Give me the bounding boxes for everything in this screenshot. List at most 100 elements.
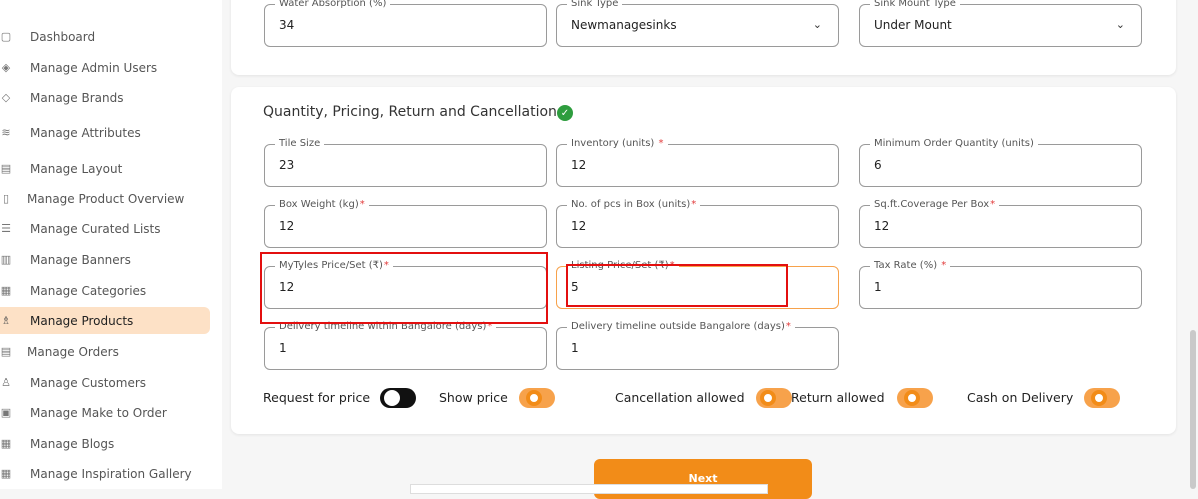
show-price-label: Show price (439, 390, 508, 405)
cancellation-allowed-toggle[interactable] (756, 388, 792, 408)
sink-type-value: Newmanagesinks (571, 18, 677, 32)
water-absorption-value: 34 (279, 18, 295, 32)
show-price-toggle[interactable] (519, 388, 555, 408)
tile-size-field[interactable]: Tile Size 23 (264, 137, 547, 187)
sidebar-item-manage-categories[interactable]: ▦ Manage Categories (0, 277, 210, 304)
sidebar-item-label: Manage Products (30, 313, 134, 328)
sidebar-item-manage-product-overview[interactable]: ▯ Manage Product Overview (0, 185, 210, 212)
sidebar-item-label: Manage Product Overview (27, 191, 185, 206)
pcs-in-box-field[interactable]: No. of pcs in Box (units)* 12 (556, 198, 839, 248)
pcs-in-box-value: 12 (571, 219, 587, 233)
tile-size-label: Tile Size (275, 137, 325, 151)
inventory-label: Inventory (units) * (567, 137, 668, 151)
highlight-box-listing-price (566, 264, 788, 307)
sidebar-item-label: Manage Blogs (30, 436, 115, 451)
sidebar-item-manage-brands[interactable]: ◇ Manage Brands (0, 84, 210, 111)
layers-icon: ≋ (1, 126, 11, 139)
return-allowed-label: Return allowed (791, 390, 885, 405)
tax-rate-label: Tax Rate (%) * (870, 259, 951, 273)
sidebar-item-manage-products[interactable]: ♗ Manage Products (0, 307, 210, 334)
sidebar-item-label: Manage Categories (30, 283, 147, 298)
sidebar-item-label: Manage Orders (27, 344, 119, 359)
main-content: Water Absorption (%) 34 Sink Type Newman… (222, 0, 1198, 489)
sidebar-item-manage-make-to-order[interactable]: ▣ Manage Make to Order (0, 399, 210, 426)
highlight-box-mytyles-price (260, 252, 548, 324)
orders-icon: ▤ (0, 345, 12, 358)
sidebar: ▢ Dashboard ◈ Manage Admin Users ◇ Manage Bra… (0, 0, 222, 489)
delivery-outside-field[interactable]: Delivery timeline outside Bangalore (day… (556, 320, 839, 370)
cancellation-allowed-label: Cancellation allowed (615, 390, 745, 405)
sink-mount-type-select[interactable]: Sink Mount Type Under Mount ⌄ (859, 0, 1142, 47)
blogs-icon: ▦ (0, 437, 12, 450)
box-weight-field[interactable]: Box Weight (kg)* 12 (264, 198, 547, 248)
sidebar-item-label: Manage Customers (30, 375, 147, 390)
box-weight-value: 12 (279, 219, 295, 233)
products-icon: ♗ (1, 314, 11, 327)
sqft-coverage-field[interactable]: Sq.ft.Coverage Per Box* 12 (859, 198, 1142, 248)
chevron-down-icon: ⌄ (812, 18, 822, 31)
toggle-knob (1091, 390, 1107, 406)
sidebar-item-manage-blogs[interactable]: ▦ Manage Blogs (0, 430, 210, 457)
tax-rate-field[interactable]: Tax Rate (%) * 1 (859, 259, 1142, 309)
gallery-icon: ▦ (0, 467, 12, 480)
inventory-field[interactable]: Inventory (units) * 12 (556, 137, 839, 187)
water-absorption-label: Water Absorption (%) (275, 0, 391, 11)
pcs-in-box-label: No. of pcs in Box (units)* (567, 198, 701, 212)
delivery-within-field[interactable]: Delivery timeline within Bangalore (days… (264, 320, 547, 370)
sidebar-item-manage-curated-lists[interactable]: ☰ Manage Curated Lists (0, 215, 210, 242)
sidebar-item-manage-customers[interactable]: ♙ Manage Customers (0, 369, 210, 396)
tax-rate-value: 1 (874, 280, 882, 294)
delivery-within-value: 1 (279, 341, 287, 355)
scrollbar[interactable] (1190, 330, 1196, 489)
sidebar-item-label: Manage Make to Order (30, 405, 167, 420)
request-for-price-toggle[interactable] (380, 388, 416, 408)
toggle-knob (526, 390, 542, 406)
sidebar-item-label: Manage Attributes (30, 125, 141, 140)
users-icon: ◈ (1, 61, 11, 74)
sidebar-item-label: Dashboard (30, 29, 96, 44)
delivery-outside-label: Delivery timeline outside Bangalore (day… (567, 320, 795, 334)
sidebar-item-label: Manage Banners (30, 252, 131, 267)
toggle-knob (760, 390, 776, 406)
section-title: Quantity, Pricing, Return and Cancellati… (263, 104, 557, 120)
check-circle-icon: ✓ (557, 105, 573, 121)
box-icon: ▯ (2, 192, 10, 205)
min-order-qty-value: 6 (874, 158, 882, 172)
toggle-knob (384, 390, 400, 406)
chevron-down-icon: ⌄ (1115, 18, 1125, 31)
sidebar-item-manage-orders[interactable]: ▤ Manage Orders (0, 338, 210, 365)
banner-icon: ▥ (0, 253, 12, 266)
sidebar-item-manage-inspiration-gallery[interactable]: ▦ Manage Inspiration Gallery (0, 460, 210, 487)
return-allowed-toggle[interactable] (897, 388, 933, 408)
grid-icon: ▢ (0, 30, 12, 43)
water-absorption-field[interactable]: Water Absorption (%) 34 (264, 0, 547, 47)
sqft-coverage-value: 12 (874, 219, 890, 233)
min-order-qty-label: Minimum Order Quantity (units) (870, 137, 1038, 151)
sqft-coverage-label: Sq.ft.Coverage Per Box* (870, 198, 1000, 212)
sidebar-item-manage-admin-users[interactable]: ◈ Manage Admin Users (0, 54, 210, 81)
sidebar-item-manage-attributes[interactable]: ≋ Manage Attributes (0, 119, 210, 146)
request-for-price-label: Request for price (263, 390, 371, 405)
list-icon: ☰ (1, 222, 11, 235)
sink-mount-type-label: Sink Mount Type (870, 0, 960, 11)
sidebar-item-label: Manage Layout (30, 161, 123, 176)
sink-mount-type-value: Under Mount (874, 18, 952, 32)
categories-icon: ▦ (0, 284, 12, 297)
layout-icon: ▤ (0, 162, 12, 175)
sidebar-item-dashboard[interactable]: ▢ Dashboard (0, 23, 210, 50)
delivery-outside-value: 1 (571, 341, 579, 355)
make-to-order-icon: ▣ (0, 406, 12, 419)
tile-size-value: 23 (279, 158, 295, 172)
customers-icon: ♙ (1, 376, 11, 389)
cash-on-delivery-toggle[interactable] (1084, 388, 1120, 408)
sidebar-item-label: Manage Brands (30, 90, 124, 105)
cash-on-delivery-label: Cash on Delivery (967, 390, 1074, 405)
sidebar-item-manage-banners[interactable]: ▥ Manage Banners (0, 246, 210, 273)
sink-type-select[interactable]: Sink Type Newmanagesinks ⌄ (556, 0, 839, 47)
toggle-knob (904, 390, 920, 406)
min-order-qty-field[interactable]: Minimum Order Quantity (units) 6 (859, 137, 1142, 187)
box-weight-label: Box Weight (kg)* (275, 198, 369, 212)
sidebar-item-manage-layout[interactable]: ▤ Manage Layout (0, 155, 210, 182)
inventory-value: 12 (571, 158, 587, 172)
sidebar-item-label: Manage Curated Lists (30, 221, 161, 236)
